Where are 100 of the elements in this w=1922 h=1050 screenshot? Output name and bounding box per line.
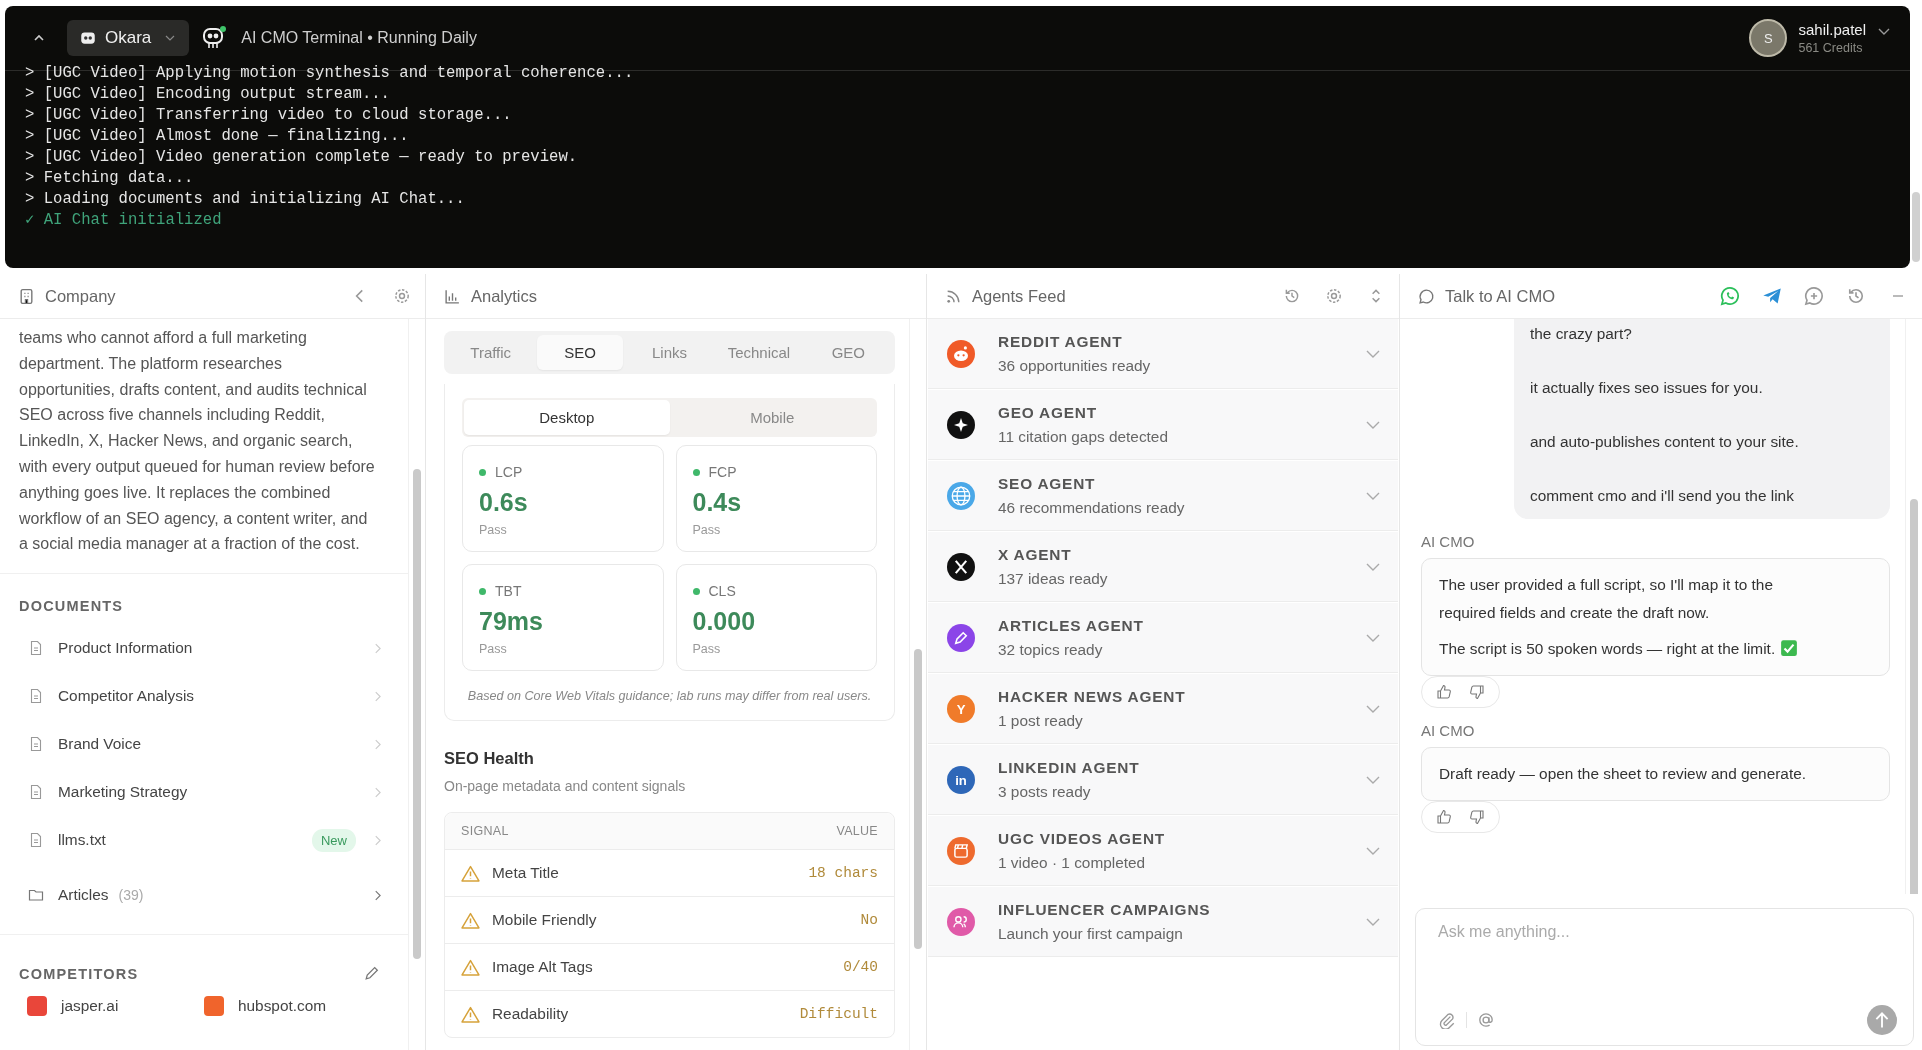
agent-summary: Launch your first campaign (998, 924, 1184, 943)
agent-name: X AGENT (998, 545, 1073, 564)
terminal-line: > [UGC Video] Applying motion synthesis and temporal coherence... (25, 63, 635, 84)
letter-icon: Y (947, 694, 975, 723)
letter-icon: in (947, 765, 975, 794)
whatsapp-icon[interactable] (1720, 286, 1740, 306)
send-button[interactable] (1867, 1005, 1897, 1035)
signal-value: 18 chars (808, 865, 878, 881)
agent-summary: 36 opportunities ready (998, 356, 1152, 375)
signal-name: Mobile Friendly (492, 911, 597, 929)
building-icon (18, 287, 35, 305)
new-chat-icon[interactable] (1804, 286, 1824, 306)
signal-value: Difficult (799, 1006, 878, 1022)
scrollbar-thumb[interactable] (1910, 499, 1918, 894)
sender-name: AI CMO (1421, 722, 1475, 739)
agent-name: INFLUENCER CAMPAIGNS (998, 900, 1212, 919)
warning-icon (461, 911, 480, 929)
scrollbar-thumb[interactable] (914, 649, 922, 949)
thumbs-up-icon[interactable] (1436, 684, 1452, 700)
chevron-right-icon (374, 786, 381, 798)
agent-row[interactable]: GEO AGENT 11 citation gaps detected (928, 390, 1398, 460)
section-subtitle: On-page metadata and content signals (444, 778, 687, 794)
user-name[interactable]: sahil.patel (1798, 21, 1866, 38)
panel-title: Company (45, 286, 116, 306)
message-text: it actually fixes seo issues for you. (1530, 378, 1764, 398)
signal-name: Image Alt Tags (492, 958, 593, 976)
item-count: (39) (118, 887, 144, 904)
metric-status: Pass (692, 642, 722, 656)
document-icon (28, 832, 44, 849)
document-item[interactable]: Articles (39) (0, 864, 408, 927)
settings-icon[interactable] (1325, 287, 1343, 305)
message-field[interactable]: Ask me anything... (1415, 908, 1914, 1046)
document-item[interactable]: llms.txt New (0, 816, 408, 865)
agent-summary: 1 post ready (998, 711, 1084, 730)
robot-status-icon (201, 25, 228, 51)
history-icon[interactable] (1846, 286, 1866, 306)
metric-value: 79ms (479, 607, 544, 636)
agent-row[interactable]: ARTICLES AGENT 32 topics ready (928, 603, 1398, 673)
terminal-line: > [UGC Video] Encoding output stream... (25, 84, 391, 105)
agent-row[interactable]: in LINKEDIN AGENT 3 posts ready (928, 745, 1398, 815)
document-icon (28, 736, 44, 753)
thumbs-down-icon[interactable] (1469, 809, 1485, 825)
device-tab[interactable]: Desktop (464, 400, 670, 435)
scrollbar-thumb[interactable] (1912, 192, 1920, 262)
metric-label: FCP (708, 464, 737, 480)
metric-value: 0.000 (692, 607, 757, 636)
thumbs-up-icon[interactable] (1436, 809, 1452, 825)
chevron-right-icon (374, 738, 381, 750)
competitor-item[interactable]: hubspot.com (204, 996, 381, 1017)
agent-row[interactable]: X AGENT 137 ideas ready (928, 532, 1398, 602)
metric-label: LCP (495, 464, 523, 480)
paperclip-icon[interactable] (1438, 1011, 1456, 1029)
competitor-item[interactable]: jasper.ai (27, 996, 204, 1017)
agent-row[interactable]: INFLUENCER CAMPAIGNS Launch your first campaign (928, 887, 1398, 957)
pencil-icon[interactable] (363, 965, 380, 983)
agent-name: GEO AGENT (998, 403, 1098, 422)
agent-name: REDDIT AGENT (998, 332, 1124, 351)
workspace-selector[interactable]: Okara (67, 20, 190, 56)
credits-count: 561 Credits (1798, 41, 1864, 55)
document-item[interactable]: Competitor Analysis (0, 672, 408, 721)
agent-row[interactable]: REDDIT AGENT 36 opportunities ready (928, 319, 1398, 389)
terminal-line: > [UGC Video] Transferring video to cloud storage... (25, 105, 513, 126)
terminal-line: > Loading documents and initializing AI Chat... (25, 189, 466, 210)
document-item[interactable]: Brand Voice (0, 720, 408, 769)
agent-row[interactable]: SEO AGENT 46 recommendations ready (928, 461, 1398, 531)
history-icon[interactable] (1283, 287, 1301, 305)
agent-summary: 46 recommendations ready (998, 498, 1186, 517)
metric-label: TBT (495, 583, 522, 599)
signal-value: No (860, 912, 878, 928)
section-heading: COMPETITORS (19, 965, 139, 982)
scrollbar-thumb[interactable] (413, 469, 421, 959)
agent-summary: 1 video · 1 completed (998, 853, 1147, 872)
chevron-right-icon (374, 642, 381, 654)
warning-icon (461, 958, 480, 976)
agent-summary: 3 posts ready (998, 782, 1092, 801)
signal-name: Meta Title (492, 864, 559, 882)
document-item[interactable]: Marketing Strategy (0, 768, 408, 817)
thumbs-down-icon[interactable] (1469, 684, 1485, 700)
folder-icon (28, 887, 44, 904)
agent-row[interactable]: Y HACKER NEWS AGENT 1 post ready (928, 674, 1398, 744)
message-input[interactable]: Ask me anything... (1438, 923, 1897, 1005)
chevron-down-icon[interactable] (1878, 28, 1890, 36)
document-icon (28, 688, 44, 705)
metric-status: Pass (479, 642, 508, 656)
section-heading: DOCUMENTS (18, 597, 125, 617)
settings-icon[interactable] (393, 287, 411, 305)
agent-name: SEO AGENT (998, 474, 1097, 493)
mention-icon[interactable] (1477, 1011, 1495, 1029)
paper-plane-icon[interactable] (1762, 286, 1782, 306)
sender-name: AI CMO (1421, 533, 1475, 550)
metric-value: 0.6s (479, 488, 529, 517)
metric-status: Pass (692, 523, 722, 537)
chevron-right-icon (374, 834, 381, 846)
analytics-tab[interactable]: SEO (537, 335, 623, 370)
chevron-right-icon (374, 889, 381, 901)
terminal-line: > [UGC Video] Video generation complete — ready to preview. (25, 147, 579, 168)
collapse-icon[interactable] (33, 34, 45, 42)
agent-row[interactable]: UGC VIDEOS AGENT 1 video · 1 completed (928, 816, 1398, 886)
user-avatar[interactable]: S (1749, 19, 1788, 57)
document-item[interactable]: Product Information (0, 624, 408, 673)
